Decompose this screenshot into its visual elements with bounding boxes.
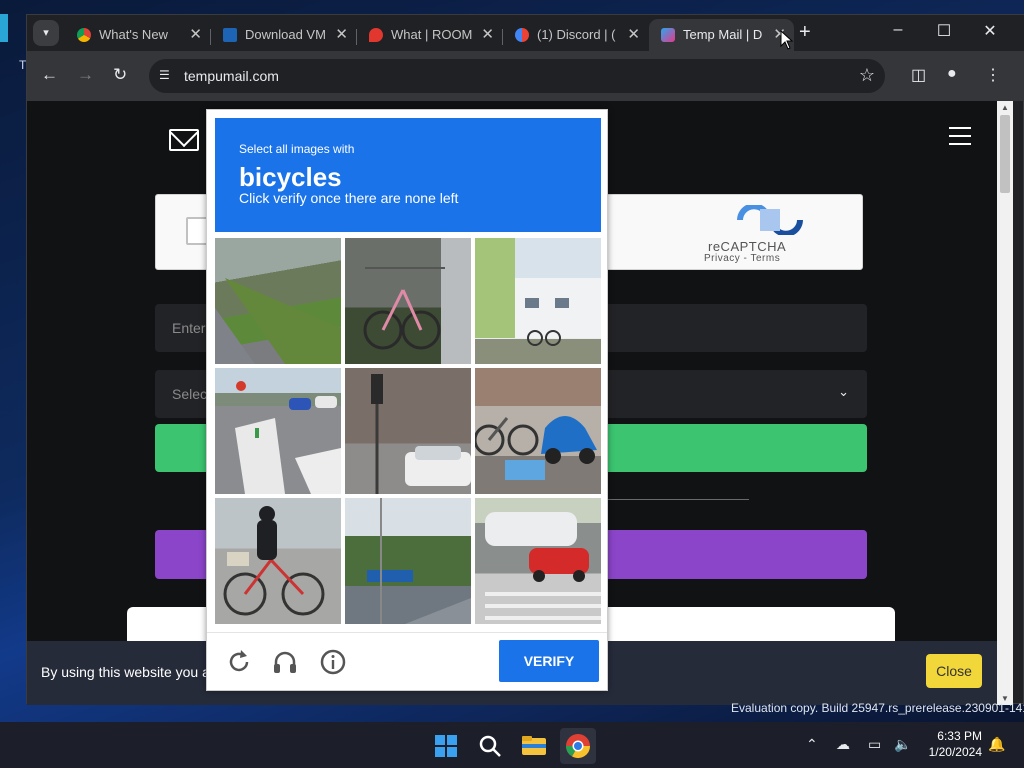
close-icon[interactable]: ✕	[189, 25, 202, 43]
tab-search-button[interactable]: ▾	[33, 20, 59, 46]
captcha-tile-9[interactable]	[475, 498, 601, 624]
chrome-taskbar-button[interactable]	[560, 728, 596, 764]
captcha-tile-3[interactable]	[475, 238, 601, 364]
close-icon[interactable]: ✕	[627, 25, 640, 43]
close-icon[interactable]: ✕	[481, 25, 494, 43]
show-hidden-icons[interactable]: ⌃	[806, 736, 818, 753]
info-icon[interactable]	[319, 648, 347, 676]
select-placeholder: Selec	[172, 386, 208, 402]
tab-temp-mail[interactable]: Temp Mail | D ✕	[649, 19, 794, 51]
tab-room[interactable]: What | ROOM ✕	[357, 19, 502, 51]
captcha-tile-6[interactable]	[475, 368, 601, 494]
captcha-header: Select all images with bicycles Click ve…	[215, 118, 601, 232]
search-button[interactable]	[472, 728, 508, 764]
volume-muted-icon[interactable]: 🔈	[894, 736, 911, 753]
tab-title: Temp Mail | D	[683, 27, 763, 42]
captcha-challenge: Select all images with bicycles Click ve…	[206, 109, 608, 691]
chrome-icon	[77, 28, 91, 42]
site-info-icon[interactable]: ☰	[159, 68, 170, 82]
minimize-button[interactable]: –	[875, 21, 921, 39]
tile-crosswalk-cars	[235, 381, 341, 494]
tile-traffic-light-car	[371, 374, 471, 494]
network-icon[interactable]: ▭	[868, 736, 881, 753]
clock-date: 1/20/2024	[928, 745, 982, 759]
scrollbar-thumb[interactable]	[1000, 115, 1010, 193]
captcha-instruction: Select all images with	[239, 142, 355, 156]
captcha-tile-7[interactable]	[215, 498, 341, 624]
back-icon[interactable]: ←	[41, 65, 58, 85]
discord-icon	[515, 28, 529, 42]
captcha-target-object: bicycles	[239, 162, 342, 192]
tab-title: What's New	[99, 27, 168, 42]
tile-crosswalk-van	[485, 512, 601, 620]
close-window-button[interactable]: ✕	[967, 21, 1013, 41]
reload-icon[interactable]: ↻	[113, 65, 127, 85]
browser-toolbar: ← → ↻ ☰ tempumail.com ☆ ◫ ● ⋮	[27, 51, 1024, 101]
reload-challenge-icon[interactable]	[225, 648, 253, 676]
mail-icon[interactable]	[169, 129, 199, 151]
file-explorer-button[interactable]	[516, 728, 552, 764]
tab-title: Download VM	[245, 27, 326, 42]
bookmark-star-icon[interactable]: ☆	[859, 65, 875, 86]
page-scrollbar[interactable]: ▲ ▼	[997, 101, 1013, 705]
audio-challenge-icon[interactable]	[271, 648, 299, 676]
windows-icon	[435, 735, 457, 757]
tab-bar: ▾ What's New ✕ Download VM ✕ What | ROOM…	[27, 15, 1024, 51]
chevron-down-icon: ⌄	[838, 384, 849, 399]
captcha-image-grid	[215, 238, 601, 624]
recaptcha-label: reCAPTCHA	[708, 239, 787, 254]
taskbar: ⌃ ☁ ▭ 🔈 6:33 PM 1/20/2024 🔔	[0, 722, 1024, 768]
side-panel-icon[interactable]: ◫	[911, 65, 926, 85]
search-icon	[479, 735, 501, 757]
captcha-tile-4[interactable]	[215, 368, 341, 494]
mouse-cursor-icon	[780, 30, 794, 50]
vmware-icon	[223, 28, 237, 42]
tile-building-bicycle	[475, 238, 601, 346]
tab-download-vm[interactable]: Download VM ✕	[211, 19, 356, 51]
room-icon	[369, 28, 383, 42]
captcha-subtext: Click verify once there are none left	[239, 190, 459, 206]
email-placeholder: Enter	[172, 320, 206, 336]
tile-road-sign	[367, 498, 471, 624]
tab-title: What | ROOM	[391, 27, 473, 42]
clock-time: 6:33 PM	[937, 729, 982, 743]
verify-button[interactable]: VERIFY	[499, 640, 599, 682]
system-clock[interactable]: 6:33 PM 1/20/2024	[916, 728, 982, 760]
notification-bell-icon[interactable]: 🔔	[988, 736, 1005, 753]
scroll-up-icon[interactable]: ▲	[1001, 103, 1009, 112]
captcha-tile-2[interactable]	[345, 238, 471, 364]
folder-icon	[522, 736, 546, 755]
recaptcha-links[interactable]: Privacy - Terms	[704, 253, 780, 264]
tab-whats-new[interactable]: What's New ✕	[65, 19, 210, 51]
start-button[interactable]	[428, 728, 464, 764]
tempmail-icon	[661, 28, 675, 42]
hamburger-menu-icon[interactable]	[949, 127, 971, 151]
captcha-tile-5[interactable]	[345, 368, 471, 494]
tab-discord[interactable]: (1) Discord | ( ✕	[503, 19, 648, 51]
new-tab-button[interactable]: +	[799, 21, 811, 44]
captcha-tile-1[interactable]	[215, 238, 341, 364]
tile-street-curb	[215, 278, 341, 364]
cookie-text: By using this website you a	[41, 664, 210, 680]
captcha-footer-divider	[207, 632, 607, 633]
url-text: tempumail.com	[184, 68, 279, 84]
menu-icon[interactable]: ⋮	[985, 65, 1001, 85]
close-icon[interactable]: ✕	[335, 25, 348, 43]
desktop-window-edge	[0, 14, 8, 42]
tile-cyclist	[223, 506, 325, 616]
cloud-offline-icon[interactable]: ☁	[836, 736, 850, 753]
cookie-close-button[interactable]: Close	[926, 654, 982, 688]
evaluation-watermark: Evaluation copy. Build 25947.rs_prerelea…	[731, 701, 1024, 715]
forward-icon[interactable]: →	[77, 65, 94, 85]
tile-bicycle-scooter	[475, 416, 597, 480]
chrome-icon	[566, 734, 590, 759]
recaptcha-logo-icon	[737, 205, 803, 235]
maximize-button[interactable]: ☐	[921, 21, 967, 41]
tile-parked-bicycles	[363, 238, 471, 364]
tab-title: (1) Discord | (	[537, 27, 616, 42]
address-bar[interactable]: ☰ tempumail.com ☆	[149, 59, 885, 93]
profile-icon[interactable]: ●	[947, 65, 957, 83]
captcha-tile-8[interactable]	[345, 498, 471, 624]
